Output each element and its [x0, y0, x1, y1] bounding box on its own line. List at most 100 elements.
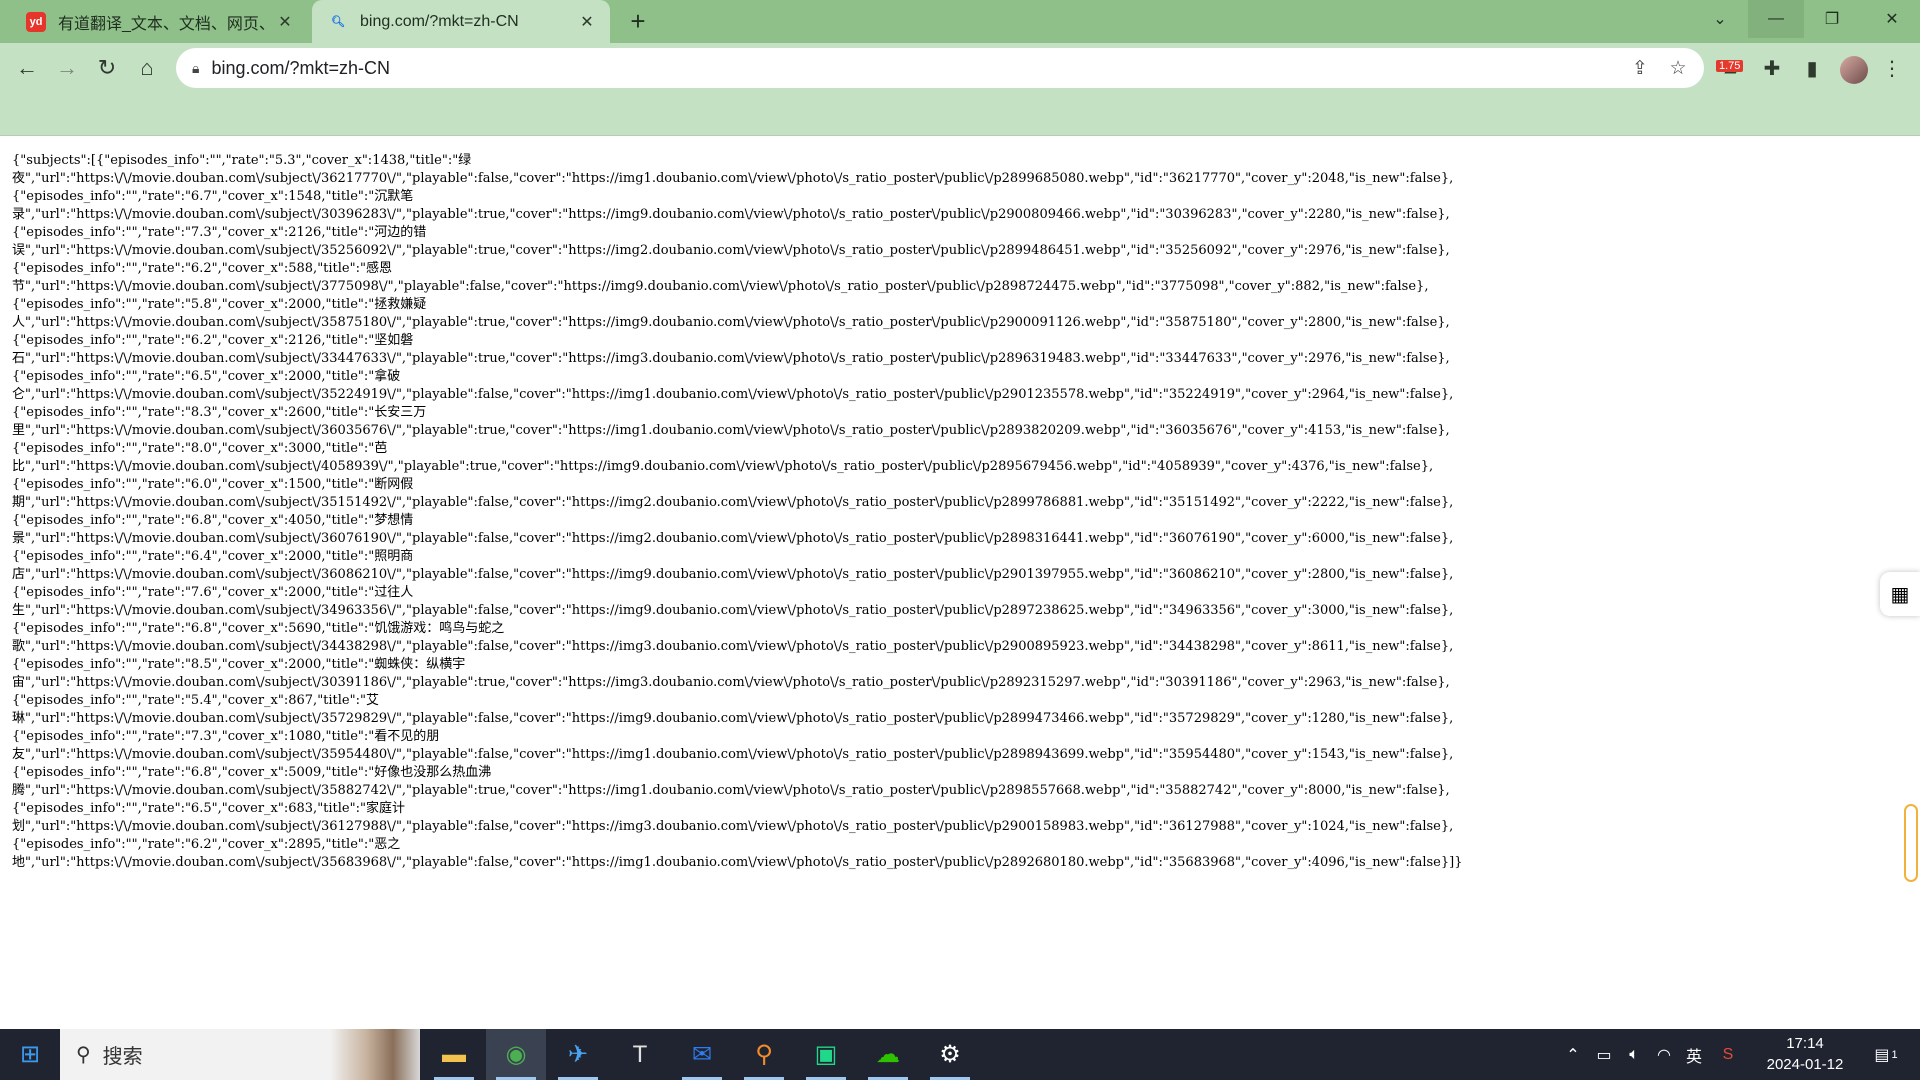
side-panel-icon[interactable]: ▮: [1795, 51, 1829, 85]
bookmark-star-icon[interactable]: ☆: [1664, 54, 1692, 82]
extension-badge: 1.75: [1716, 60, 1744, 72]
json-line: 夜","url":"https:\/\/movie.douban.com\/su…: [12, 171, 1454, 186]
share-icon[interactable]: ⇪: [1626, 54, 1654, 82]
json-line: {"episodes_info":"","rate":"6.2","cover_…: [12, 333, 414, 348]
wifi-icon[interactable]: ◠: [1650, 1029, 1678, 1080]
json-response-text: {"subjects":[{"episodes_info":"","rate":…: [12, 152, 1902, 872]
search-favicon-icon: 🔍︎: [331, 16, 345, 28]
json-line: 友","url":"https:\/\/movie.douban.com\/su…: [12, 747, 1454, 762]
search-app-icon[interactable]: ⚲: [734, 1029, 794, 1080]
json-line: 人","url":"https:\/\/movie.douban.com\/su…: [12, 315, 1450, 330]
extensions-puzzle-icon[interactable]: ✚: [1755, 51, 1789, 85]
json-line: 地","url":"https:\/\/movie.douban.com\/su…: [12, 855, 1463, 870]
json-line: {"episodes_info":"","rate":"8.5","cover_…: [12, 657, 466, 672]
tab-search-chevron-down-icon[interactable]: ⌄: [1692, 0, 1748, 38]
json-line: {"episodes_info":"","rate":"7.3","cover_…: [12, 729, 440, 744]
json-line: 腾","url":"https:\/\/movie.douban.com\/su…: [12, 783, 1450, 798]
scrollbar[interactable]: [1904, 804, 1918, 882]
json-line: 划","url":"https:\/\/movie.douban.com\/su…: [12, 819, 1454, 834]
json-line: {"episodes_info":"","rate":"8.3","cover_…: [12, 405, 427, 420]
json-line: 宙","url":"https:\/\/movie.douban.com\/su…: [12, 675, 1450, 690]
bookmark-bar: [0, 93, 1920, 136]
profile-avatar[interactable]: [1840, 56, 1868, 84]
json-line: {"episodes_info":"","rate":"5.8","cover_…: [12, 297, 427, 312]
youdao-favicon-icon: yd: [26, 11, 46, 32]
json-line: {"episodes_info":"","rate":"6.7","cover_…: [12, 189, 414, 204]
address-bar[interactable]: 🔒︎ bing.com/?mkt=zh-CN ⇪ ☆: [176, 48, 1704, 88]
json-line: 误","url":"https:\/\/movie.douban.com\/su…: [12, 243, 1450, 258]
json-line: {"episodes_info":"","rate":"8.0","cover_…: [12, 441, 388, 456]
json-line: {"episodes_info":"","rate":"6.0","cover_…: [12, 477, 414, 492]
json-line: {"episodes_info":"","rate":"6.4","cover_…: [12, 549, 414, 564]
json-line: 仑","url":"https:\/\/movie.douban.com\/su…: [12, 387, 1454, 402]
json-line: 录","url":"https:\/\/movie.douban.com\/su…: [12, 207, 1450, 222]
wechat-icon[interactable]: ☁: [858, 1029, 918, 1080]
close-icon[interactable]: ✕: [274, 11, 296, 33]
restore-button[interactable]: ❐: [1804, 0, 1860, 38]
chevron-up-icon[interactable]: ⌃: [1560, 1029, 1586, 1080]
notification-count: 1: [1891, 1048, 1898, 1061]
close-window-button[interactable]: ✕: [1864, 0, 1920, 38]
tab-title: 有道翻译_文本、文档、网页、在: [58, 15, 274, 33]
ime-indicator[interactable]: 英: [1680, 1029, 1708, 1080]
json-line: {"episodes_info":"","rate":"5.4","cover_…: [12, 693, 379, 708]
json-line: 比","url":"https:\/\/movie.douban.com\/su…: [12, 459, 1434, 474]
json-line: {"episodes_info":"","rate":"6.8","cover_…: [12, 765, 492, 780]
lock-icon[interactable]: 🔒︎: [192, 60, 199, 77]
json-line: {"episodes_info":"","rate":"6.2","cover_…: [12, 261, 392, 276]
home-button[interactable]: ⌂: [130, 51, 164, 85]
settings-gear-icon[interactable]: ⚙: [920, 1029, 980, 1080]
tab-bing[interactable]: 🔍︎ bing.com/?mkt=zh-CN ✕: [312, 0, 610, 43]
search-icon: ⚲: [76, 1044, 91, 1066]
forward-button[interactable]: →: [50, 51, 84, 85]
json-line: 歌","url":"https:\/\/movie.douban.com\/su…: [12, 639, 1454, 654]
json-line: {"episodes_info":"","rate":"7.3","cover_…: [12, 225, 427, 240]
clock-time: 17:14: [1786, 1035, 1824, 1052]
json-line: 期","url":"https:\/\/movie.douban.com\/su…: [12, 495, 1454, 510]
menu-kebab-icon[interactable]: ⋮: [1875, 51, 1909, 85]
back-button[interactable]: ←: [10, 51, 44, 85]
json-line: {"episodes_info":"","rate":"6.5","cover_…: [12, 369, 401, 384]
sogou-ime-icon[interactable]: S: [1714, 1029, 1742, 1080]
json-line: 琳","url":"https:\/\/movie.douban.com\/su…: [12, 711, 1454, 726]
json-line: 生","url":"https:\/\/movie.douban.com\/su…: [12, 603, 1454, 618]
json-line: {"episodes_info":"","rate":"6.5","cover_…: [12, 801, 405, 816]
clock-date: 2024-01-12: [1766, 1056, 1844, 1073]
json-line: {"episodes_info":"","rate":"7.6","cover_…: [12, 585, 414, 600]
file-explorer-icon[interactable]: ▬: [424, 1029, 484, 1080]
pycharm-icon[interactable]: ▣: [796, 1029, 856, 1080]
volume-icon[interactable]: 🔈︎: [1620, 1029, 1648, 1080]
search-placeholder: 搜索: [102, 1046, 143, 1068]
json-line: {"episodes_info":"","rate":"6.8","cover_…: [12, 621, 505, 636]
chrome-icon[interactable]: ◉: [486, 1029, 546, 1080]
new-tab-button[interactable]: +: [624, 6, 652, 36]
address-url[interactable]: bing.com/?mkt=zh-CN: [211, 58, 390, 79]
json-line: {"episodes_info":"","rate":"6.2","cover_…: [12, 837, 401, 852]
tab-title: bing.com/?mkt=zh-CN: [360, 12, 519, 30]
json-line: {"subjects":[{"episodes_info":"","rate":…: [12, 153, 472, 168]
json-line: 店","url":"https:\/\/movie.douban.com\/su…: [12, 567, 1454, 582]
clock[interactable]: 17:14 2024-01-12: [1750, 1033, 1860, 1075]
notification-icon[interactable]: ▤ 1: [1866, 1029, 1906, 1080]
page-content: {"subjects":[{"episodes_info":"","rate":…: [0, 136, 1920, 1029]
windows-start-icon[interactable]: ⊞: [0, 1029, 60, 1080]
browser-titlebar: yd 有道翻译_文本、文档、网页、在 ✕ 🔍︎ bing.com/?mkt=zh…: [0, 0, 1920, 43]
browser-toolbar: ← → ↻ ⌂ 🔒︎ bing.com/?mkt=zh-CN ⇪ ☆ ▰ ✚ ▮…: [0, 43, 1920, 93]
typora-icon[interactable]: T: [610, 1029, 670, 1080]
taskbar-search-input[interactable]: ⚲ 搜索: [60, 1029, 420, 1080]
reload-button[interactable]: ↻: [90, 51, 124, 85]
display-icon[interactable]: ▭: [1590, 1029, 1618, 1080]
json-line: {"episodes_info":"","rate":"6.8","cover_…: [12, 513, 414, 528]
json-line: 景","url":"https:\/\/movie.douban.com\/su…: [12, 531, 1454, 546]
json-line: 石","url":"https:\/\/movie.douban.com\/su…: [12, 351, 1450, 366]
mail-icon[interactable]: ✉: [672, 1029, 732, 1080]
json-line: 节","url":"https:\/\/movie.douban.com\/su…: [12, 279, 1429, 294]
tab-youdao[interactable]: yd 有道翻译_文本、文档、网页、在 ✕: [10, 0, 308, 43]
taskbar: ⊞ ⚲ 搜索 ▬ ◉ ✈ T ✉ ⚲ ▣ ☁ ⚙ ⌃ ▭ 🔈︎ ◠ 英 S 17…: [0, 1029, 1920, 1080]
close-icon[interactable]: ✕: [576, 11, 598, 33]
minimize-button[interactable]: —: [1748, 0, 1804, 38]
search-highlight-image: [330, 1029, 420, 1080]
feishu-icon[interactable]: ✈: [548, 1029, 608, 1080]
json-line: 里","url":"https:\/\/movie.douban.com\/su…: [12, 423, 1450, 438]
side-widget-icon[interactable]: ▦: [1880, 572, 1920, 616]
